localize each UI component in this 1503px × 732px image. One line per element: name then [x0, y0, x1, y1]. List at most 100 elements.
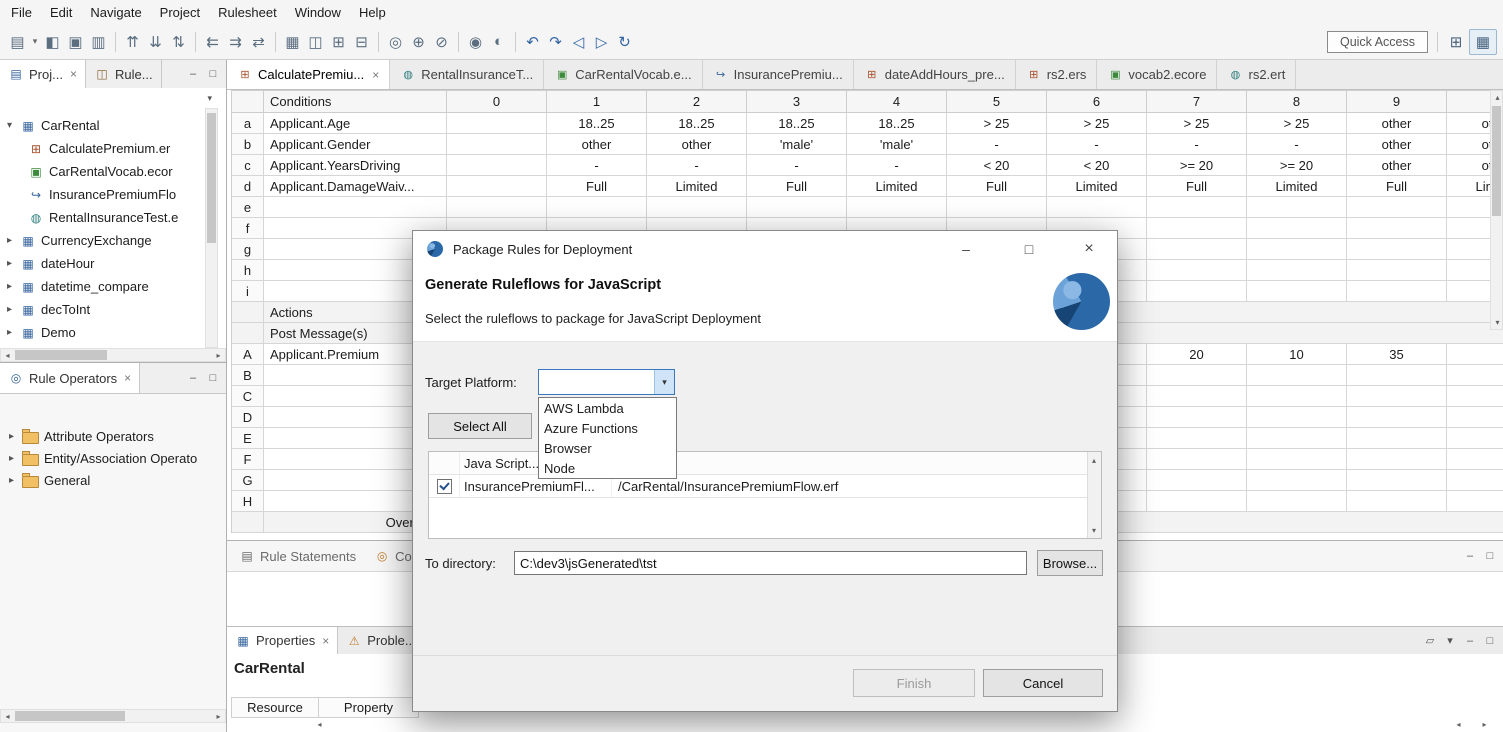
rulesheet-cell[interactable] [1347, 218, 1447, 239]
rulesheet-cell[interactable]: Limited [647, 176, 747, 197]
maximize-icon[interactable]: □ [1483, 635, 1497, 647]
rulesheet-cell[interactable]: 18..25 [747, 113, 847, 134]
rulesheet-cell[interactable]: > 25 [1147, 113, 1247, 134]
rulesheet-cell[interactable] [1447, 386, 1503, 407]
maximize-icon[interactable]: □ [1483, 550, 1497, 562]
rulesheet-cell[interactable] [1347, 260, 1447, 281]
forward-button[interactable]: ▷ [590, 30, 613, 54]
minimize-icon[interactable]: – [186, 68, 200, 80]
rulesheet-cell[interactable] [1147, 197, 1247, 218]
editor-vertical-scrollbar[interactable]: ▴ ▾ [1490, 90, 1503, 330]
rulesheet-cell[interactable]: - [1147, 134, 1247, 155]
rulesheet-cell[interactable]: < 20 [1047, 155, 1147, 176]
chevron-down-icon[interactable]: ▾ [4, 120, 15, 131]
scroll-down-icon[interactable]: ▾ [1088, 524, 1100, 536]
platform-option-azure-functions[interactable]: Azure Functions [539, 418, 676, 438]
tree-item-datetime-compare[interactable]: ▸ ▦ datetime_compare [0, 275, 210, 298]
column-header-property[interactable]: Property [319, 697, 419, 718]
rulesheet-cell[interactable] [1347, 449, 1447, 470]
chevron-right-icon[interactable]: ▸ [4, 304, 15, 315]
rulesheet-cell[interactable]: Limited [1247, 176, 1347, 197]
rulesheet-cell[interactable]: - [747, 155, 847, 176]
scroll-right-icon[interactable]: ▸ [1478, 718, 1491, 731]
rulesheet-cell[interactable] [1247, 281, 1347, 302]
tree-item-entity-association-operators[interactable]: ▸ Entity/Association Operato [0, 447, 210, 470]
tree-item-datehour[interactable]: ▸ ▦ dateHour [0, 252, 210, 275]
chevron-right-icon[interactable]: ▸ [6, 475, 17, 486]
column-header[interactable]: 1 [547, 91, 647, 113]
rulesheet-cell[interactable] [1147, 407, 1247, 428]
tree-item-calculatepremium[interactable]: ⊞ CalculatePremium.er [0, 137, 210, 160]
rulesheet-cell[interactable]: other [1347, 155, 1447, 176]
tab-rule-statements[interactable]: ▤ Rule Statements [239, 548, 356, 564]
menu-project[interactable]: Project [151, 2, 209, 23]
finish-button[interactable]: Finish [853, 669, 975, 697]
close-icon[interactable]: × [70, 67, 77, 81]
close-icon[interactable]: × [124, 371, 131, 385]
column-header[interactable]: 4 [847, 91, 947, 113]
rulesheet-cell[interactable]: - [947, 134, 1047, 155]
target-platform-select[interactable]: ▾ [538, 369, 675, 395]
scroll-down-icon[interactable]: ▾ [1491, 316, 1503, 329]
rulesheet-cell[interactable] [1447, 407, 1503, 428]
scroll-left-icon[interactable]: ◂ [1, 710, 14, 723]
scroll-left-icon[interactable]: ◂ [1452, 718, 1465, 731]
tree-item-dectoint[interactable]: ▸ ▦ decToInt [0, 298, 210, 321]
rulesheet-cell[interactable]: >= 20 [1247, 155, 1347, 176]
maximize-icon[interactable]: □ [1006, 231, 1052, 267]
rulesheet-cell[interactable] [747, 197, 847, 218]
tree-item-insurancepremiumflow[interactable]: ↪ InsurancePremiumFlo [0, 183, 210, 206]
rulesheet-cell[interactable]: Full [947, 176, 1047, 197]
chevron-right-icon[interactable]: ▸ [6, 453, 17, 464]
rulesheet-cell[interactable]: < 20 [947, 155, 1047, 176]
condition-name[interactable]: Applicant.Gender [264, 134, 447, 155]
rulesheet-cell[interactable] [1047, 197, 1147, 218]
rulesheet-cell[interactable] [1447, 470, 1503, 491]
rulesheet-cell[interactable] [547, 197, 647, 218]
row-header[interactable]: H [232, 491, 264, 512]
new-button[interactable]: ▤ [6, 30, 29, 54]
rulesheet-cell[interactable] [447, 155, 547, 176]
rulesheet-cell[interactable]: 10 [1247, 344, 1347, 365]
rulesheet-cell[interactable]: Full [1347, 176, 1447, 197]
row-header[interactable]: a [232, 113, 264, 134]
ruleflow-table-scrollbar[interactable]: ▴ ▾ [1087, 452, 1101, 538]
rulesheet-cell[interactable]: Limited [1047, 176, 1147, 197]
rulesheet-cell[interactable] [1347, 197, 1447, 218]
scroll-up-icon[interactable]: ▴ [1088, 454, 1100, 466]
condition-name[interactable]: Applicant.Age [264, 113, 447, 134]
row-header[interactable]: G [232, 470, 264, 491]
editor-tab-insurancepremium[interactable]: ↪ InsurancePremiu... [703, 60, 854, 89]
rulesheet-cell[interactable]: - [847, 155, 947, 176]
column-header[interactable]: 3 [747, 91, 847, 113]
rulesheet-cell[interactable] [1247, 218, 1347, 239]
tree-item-rentalinsurancetest[interactable]: ◍ RentalInsuranceTest.e [0, 206, 210, 229]
condition-name[interactable] [264, 197, 447, 218]
rulesheet-cell[interactable] [1147, 491, 1247, 512]
rulesheet-cell[interactable]: 18..25 [847, 113, 947, 134]
insert-row-above-button[interactable]: ⇈ [121, 30, 144, 54]
rulesheet-cell[interactable] [1347, 407, 1447, 428]
rulesheet-cell[interactable] [447, 134, 547, 155]
chevron-right-icon[interactable]: ▸ [6, 431, 17, 442]
open-perspective-icon[interactable]: ⊞ [1443, 30, 1469, 54]
add-check-button[interactable]: ⊕ [407, 30, 430, 54]
undo-button[interactable]: ↶ [521, 30, 544, 54]
rulesheet-cell[interactable] [1147, 239, 1247, 260]
row-header[interactable]: i [232, 281, 264, 302]
explorer-horizontal-scrollbar[interactable]: ◂ ▸ [0, 348, 226, 362]
column-header[interactable]: 7 [1147, 91, 1247, 113]
row-header[interactable]: F [232, 449, 264, 470]
row-header[interactable]: C [232, 386, 264, 407]
clear-check-button[interactable]: ⊘ [430, 30, 453, 54]
row-header[interactable]: b [232, 134, 264, 155]
rulesheet-cell[interactable] [1247, 260, 1347, 281]
minimize-icon[interactable]: – [1463, 635, 1477, 647]
quick-access-button[interactable]: Quick Access [1327, 31, 1428, 53]
editor-tab-calculatepremium[interactable]: ⊞ CalculatePremiu... × [227, 60, 390, 89]
scroll-up-icon[interactable]: ▴ [1491, 91, 1503, 104]
rulesheet-cell[interactable] [1247, 197, 1347, 218]
editor-tab-dateaddhours[interactable]: ⊞ dateAddHours_pre... [854, 60, 1016, 89]
column-header[interactable]: 6 [1047, 91, 1147, 113]
rulesheet-cell[interactable]: - [547, 155, 647, 176]
